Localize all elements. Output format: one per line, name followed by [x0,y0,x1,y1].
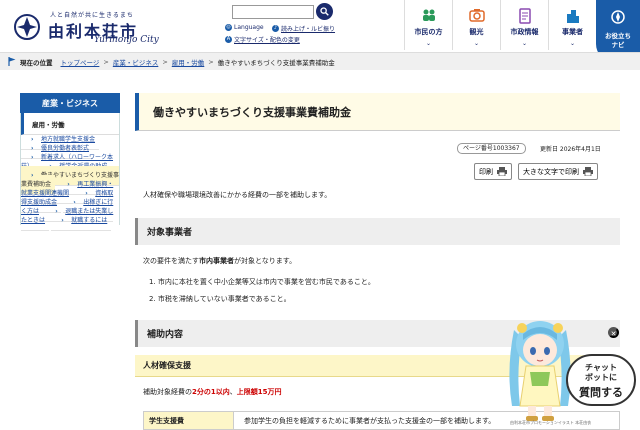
chatbot-label-top: チャット ボットに [568,363,634,383]
subsidy-pre: 補助対象経費の [143,388,192,396]
search-input[interactable] [232,5,314,19]
flag-icon [8,57,16,66]
chatbot-close-button[interactable]: ✕ [608,327,619,338]
sidebar-header[interactable]: 産業・ビジネス [20,93,120,113]
chatbot-line3: 質問する [579,386,623,399]
breadcrumb-item-current: 働きやすいまちづくり支援事業費補助金 [217,58,335,67]
chevron-down-icon: ⌄ [473,40,480,47]
print-label: 印刷 [479,168,493,176]
printer-icon [583,167,593,176]
breadcrumb-separator: > [103,57,109,66]
chevron-down-icon: ⌄ [425,40,432,47]
sidebar-list: 雇用・労働 地方就職学生支援金 優良労働者表彰式 新着求人（ハローワーク本荘） … [20,113,120,231]
chatbot-line2: ボットに [585,373,617,382]
intro-pre: 次の要件を満たす [143,257,199,265]
city-emblem-icon [14,14,40,40]
section-heading-eligibility: 対象事業者 [135,218,620,245]
large-print-label: 大きな文字で印刷 [523,168,579,176]
speaker-icon: ♪ [272,25,279,32]
nav-label: 観光 [469,28,484,36]
chevron-down-icon: ⌄ [569,40,576,47]
large-print-button[interactable]: 大きな文字で印刷 [518,163,598,180]
camera-icon [468,9,485,22]
nav-business[interactable]: 事業者 ⌄ [548,0,596,50]
print-button[interactable]: 印刷 [474,163,512,180]
subsidy-rate-text: 補助対象経費の2分の1以内、上限額15万円 [143,387,282,397]
table-header-cell: 学生支援費 [144,412,234,429]
nav-label: 市民の方 [414,28,443,36]
useful-navi-label: お役立ち ナビ [596,32,640,50]
nav-city-info[interactable]: 市政情報 ⌄ [500,0,548,50]
breadcrumb-item-industry[interactable]: 産業・ビジネス [113,57,159,67]
globe-icon: ◎ [225,24,232,31]
nav-label: 事業者 [562,28,583,36]
chatbot-bubble[interactable]: チャット ボットに 質問する [566,354,636,406]
intro-post: が対象となります。 [234,257,297,265]
subsidy-limit: 上限額15万円 [236,388,282,396]
ruby-label: 読み上げ・ルビ振り [281,26,336,33]
breadcrumb-here-label: 現在の位置 [20,58,53,67]
chevron-down-icon: ⌄ [521,40,528,47]
logo-city-roman: Yurihonjo City [94,35,159,45]
people-icon [422,9,435,21]
ruby-link[interactable]: ♪ 読み上げ・ルビ振り [272,24,335,33]
nav-citizens[interactable]: 市民の方 ⌄ [404,0,452,50]
useful-label-line1: お役立ち [605,32,631,40]
nav-tourism[interactable]: 観光 ⌄ [452,0,500,50]
intro-bold: 市内事業者 [199,257,234,265]
language-label: Language [234,24,264,31]
search-button[interactable] [316,3,333,20]
language-link[interactable]: ◎ Language [225,24,264,31]
breadcrumb: 現在の位置 トップページ > 産業・ビジネス > 雇用・労働 > 働きやすいまち… [0,52,640,70]
compass-icon [611,10,625,24]
document-icon [518,8,531,24]
useful-label-line2: ナビ [611,41,625,49]
nav-label: 市政情報 [510,28,539,36]
text-size-link[interactable]: A 文字サイズ・配色の変更 [225,35,300,44]
lead-text: 人材確保や職場環境改善にかかる経費の一部を補助します。 [143,191,332,199]
sidebar: 産業・ビジネス 雇用・労働 地方就職学生支援金 優良労働者表彰式 新着求人（ハロ… [20,93,120,430]
illustration-credit: 由利本荘市プロモーションイラスト 本荘由衣 [510,420,592,425]
building-icon [566,10,579,23]
updated-date: 更新日 2026年4月1日 [540,146,601,153]
eligibility-intro: 次の要件を満たす市内事業者が対象となります。 [143,256,296,266]
page-title: 働きやすいまちづくり支援事業費補助金 [135,93,620,131]
breadcrumb-item-employment[interactable]: 雇用・労働 [172,57,205,67]
printer-icon [497,167,507,176]
sidebar-item[interactable]: 就職するには [51,211,112,231]
subsidy-mid: 、 [229,388,237,396]
page-number-badge: ページ番号1003367 [457,143,526,154]
breadcrumb-separator: > [162,57,168,66]
close-icon: ✕ [610,331,617,338]
subsidy-rate: 2分の1以内 [192,388,230,396]
text-size-icon: A [225,36,232,43]
chatbot-line1: チャット [585,363,617,372]
breadcrumb-separator: > [208,57,214,66]
eligibility-item: 2. 市税を滞納していない事業者であること。 [149,295,291,303]
chatbot-widget[interactable]: ✕ チャット ボットに 質問する 由利本荘市プロモーションイラスト 本荘由衣 [500,310,640,430]
search-icon [320,7,329,16]
text-size-label: 文字サイズ・配色の変更 [234,37,300,44]
site-logo[interactable]: 人と自然が共に生きるまち 由利本荘市 Yurihonjo City [10,6,170,50]
site-header: 人と自然が共に生きるまち 由利本荘市 Yurihonjo City ◎ Lang… [0,0,640,62]
breadcrumb-item-top[interactable]: トップページ [61,57,100,67]
eligibility-item: 1. 市内に本社を置く中小企業等又は市内で事業を営む市民であること。 [149,278,375,286]
